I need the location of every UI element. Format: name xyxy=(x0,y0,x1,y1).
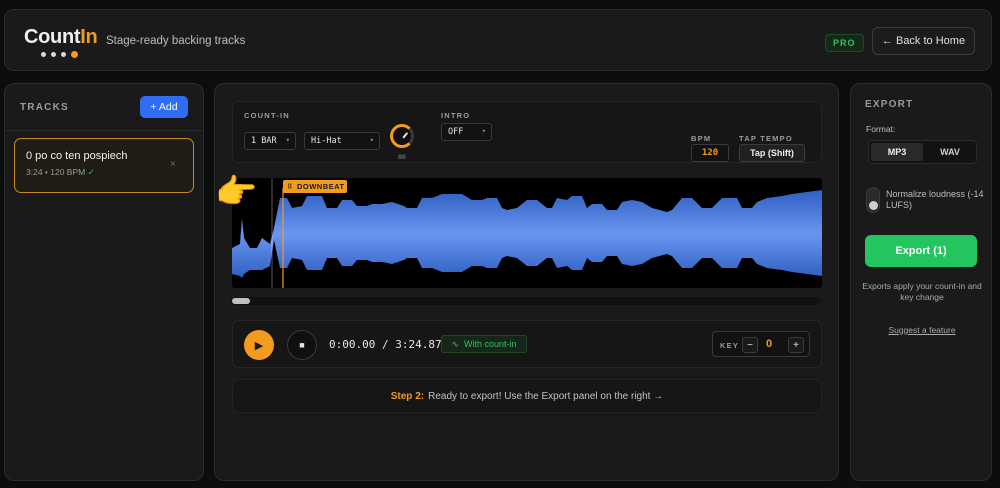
step-hint: Step 2: Ready to export! Use the Export p… xyxy=(232,379,822,413)
export-title: EXPORT xyxy=(865,99,914,110)
key-down-button[interactable]: − xyxy=(742,337,758,353)
chevron-down-icon: ▾ xyxy=(481,127,486,135)
chevron-down-icon: ▾ xyxy=(369,136,374,144)
format-selector: MP3 WAV xyxy=(868,140,977,164)
tap-tempo-button[interactable]: Tap (Shift) xyxy=(739,144,805,162)
track-meta-text: 3:24 • 120 BPM xyxy=(26,167,86,177)
intro-select[interactable]: OFF ▾ xyxy=(441,123,492,141)
chevron-down-icon: ▾ xyxy=(285,136,290,144)
bpm-input[interactable]: 120 xyxy=(691,144,729,162)
count-in-badge[interactable]: ∿ With count-in xyxy=(441,335,527,353)
waveform-shape xyxy=(232,190,822,278)
normalize-toggle[interactable] xyxy=(866,187,880,213)
editor-panel: COUNT-IN 1 BAR ▾ Hi-Hat ▾ 80 INTRO OFF ▾… xyxy=(214,83,839,481)
transport-bar: ▶ ■ 0:00.00 / 3:24.87 ∿ With count-in KE… xyxy=(232,320,822,368)
tracks-title: TRACKS xyxy=(20,102,69,113)
count-in-sound-value: Hi-Hat xyxy=(311,136,342,146)
track-name: 0 po co ten pospiech xyxy=(26,150,128,162)
beat-dot xyxy=(41,52,46,57)
count-in-bars-value: 1 BAR xyxy=(251,136,277,146)
step-prefix: Step 2: xyxy=(390,390,425,402)
scrollbar-thumb[interactable] xyxy=(232,298,250,304)
tracks-panel: TRACKS + Add 0 po co ten pospiech 3:24 •… xyxy=(4,83,204,481)
total-time: 3:24.87 xyxy=(395,338,442,351)
count-in-controls: COUNT-IN 1 BAR ▾ Hi-Hat ▾ 80 INTRO OFF ▾… xyxy=(232,101,822,163)
logo-beat-dots xyxy=(41,51,78,58)
downbeat-marker-handle[interactable]: ⠿ DOWNBEAT xyxy=(283,180,347,193)
export-panel: EXPORT Format: MP3 WAV Normalize loudnes… xyxy=(850,83,992,481)
count-in-volume-knob[interactable] xyxy=(390,124,414,148)
current-time: 0:00.00 xyxy=(329,338,376,351)
logo-count: Count xyxy=(24,26,81,48)
count-in-sound-select[interactable]: Hi-Hat ▾ xyxy=(304,132,380,150)
pro-badge: PRO xyxy=(825,34,864,52)
tap-tempo-label: TAP TEMPO xyxy=(739,134,793,143)
beat-dot-accent xyxy=(71,51,78,58)
waveform[interactable] xyxy=(232,178,822,288)
drag-grip-icon: ⠿ xyxy=(287,183,293,191)
key-up-button[interactable]: + xyxy=(788,337,804,353)
time-display: 0:00.00 / 3:24.87 xyxy=(329,338,442,351)
beat-dot xyxy=(51,52,56,57)
remove-track-icon[interactable]: × xyxy=(170,159,176,170)
app-logo[interactable]: CountIn xyxy=(24,26,98,49)
app-header: CountIn Stage-ready backing tracks PRO ←… xyxy=(4,9,992,71)
add-track-button[interactable]: + Add xyxy=(140,96,188,118)
stop-button[interactable]: ■ xyxy=(287,330,317,360)
back-to-home-button[interactable]: ← Back to Home xyxy=(872,27,975,55)
tagline: Stage-ready backing tracks xyxy=(106,35,246,47)
intro-label: INTRO xyxy=(441,111,471,120)
pointing-hand-icon: 👉 xyxy=(215,173,258,211)
logo-in: In xyxy=(80,26,98,48)
key-control: KEY − 0 + xyxy=(712,331,810,357)
bpm-label: BPM xyxy=(691,134,712,143)
stop-icon: ■ xyxy=(299,340,305,350)
play-icon: ▶ xyxy=(254,339,264,352)
format-mp3-button[interactable]: MP3 xyxy=(871,143,923,161)
waveform-svg xyxy=(232,178,822,288)
track-meta: 3:24 • 120 BPM ✓ xyxy=(26,167,95,178)
format-label: Format: xyxy=(866,124,896,134)
count-in-bars-select[interactable]: 1 BAR ▾ xyxy=(244,132,296,150)
divider xyxy=(5,130,203,131)
intro-value: OFF xyxy=(448,127,464,137)
count-in-label: COUNT-IN xyxy=(244,111,290,120)
key-label: KEY xyxy=(720,341,740,350)
export-button[interactable]: Export (1) xyxy=(865,235,977,267)
step-text: Ready to export! Use the Export panel on… xyxy=(428,390,664,402)
key-value: 0 xyxy=(766,338,773,350)
track-item[interactable]: 0 po co ten pospiech 3:24 • 120 BPM ✓ × xyxy=(14,138,194,193)
suggest-feature-link[interactable]: Suggest a feature xyxy=(859,325,985,335)
normalize-label: Normalize loudness (-14 LUFS) xyxy=(886,189,984,210)
format-wav-button[interactable]: WAV xyxy=(924,143,976,161)
count-in-volume-value: 80 xyxy=(398,153,406,161)
waveform-scrollbar[interactable] xyxy=(231,297,821,305)
check-icon: ✓ xyxy=(87,167,95,177)
play-button[interactable]: ▶ xyxy=(244,330,274,360)
beat-dot xyxy=(61,52,66,57)
pulse-icon: ∿ xyxy=(451,338,459,349)
count-in-badge-label: With count-in xyxy=(464,339,517,349)
export-note: Exports apply your count-in and key chan… xyxy=(862,281,982,302)
downbeat-label: DOWNBEAT xyxy=(296,182,345,191)
